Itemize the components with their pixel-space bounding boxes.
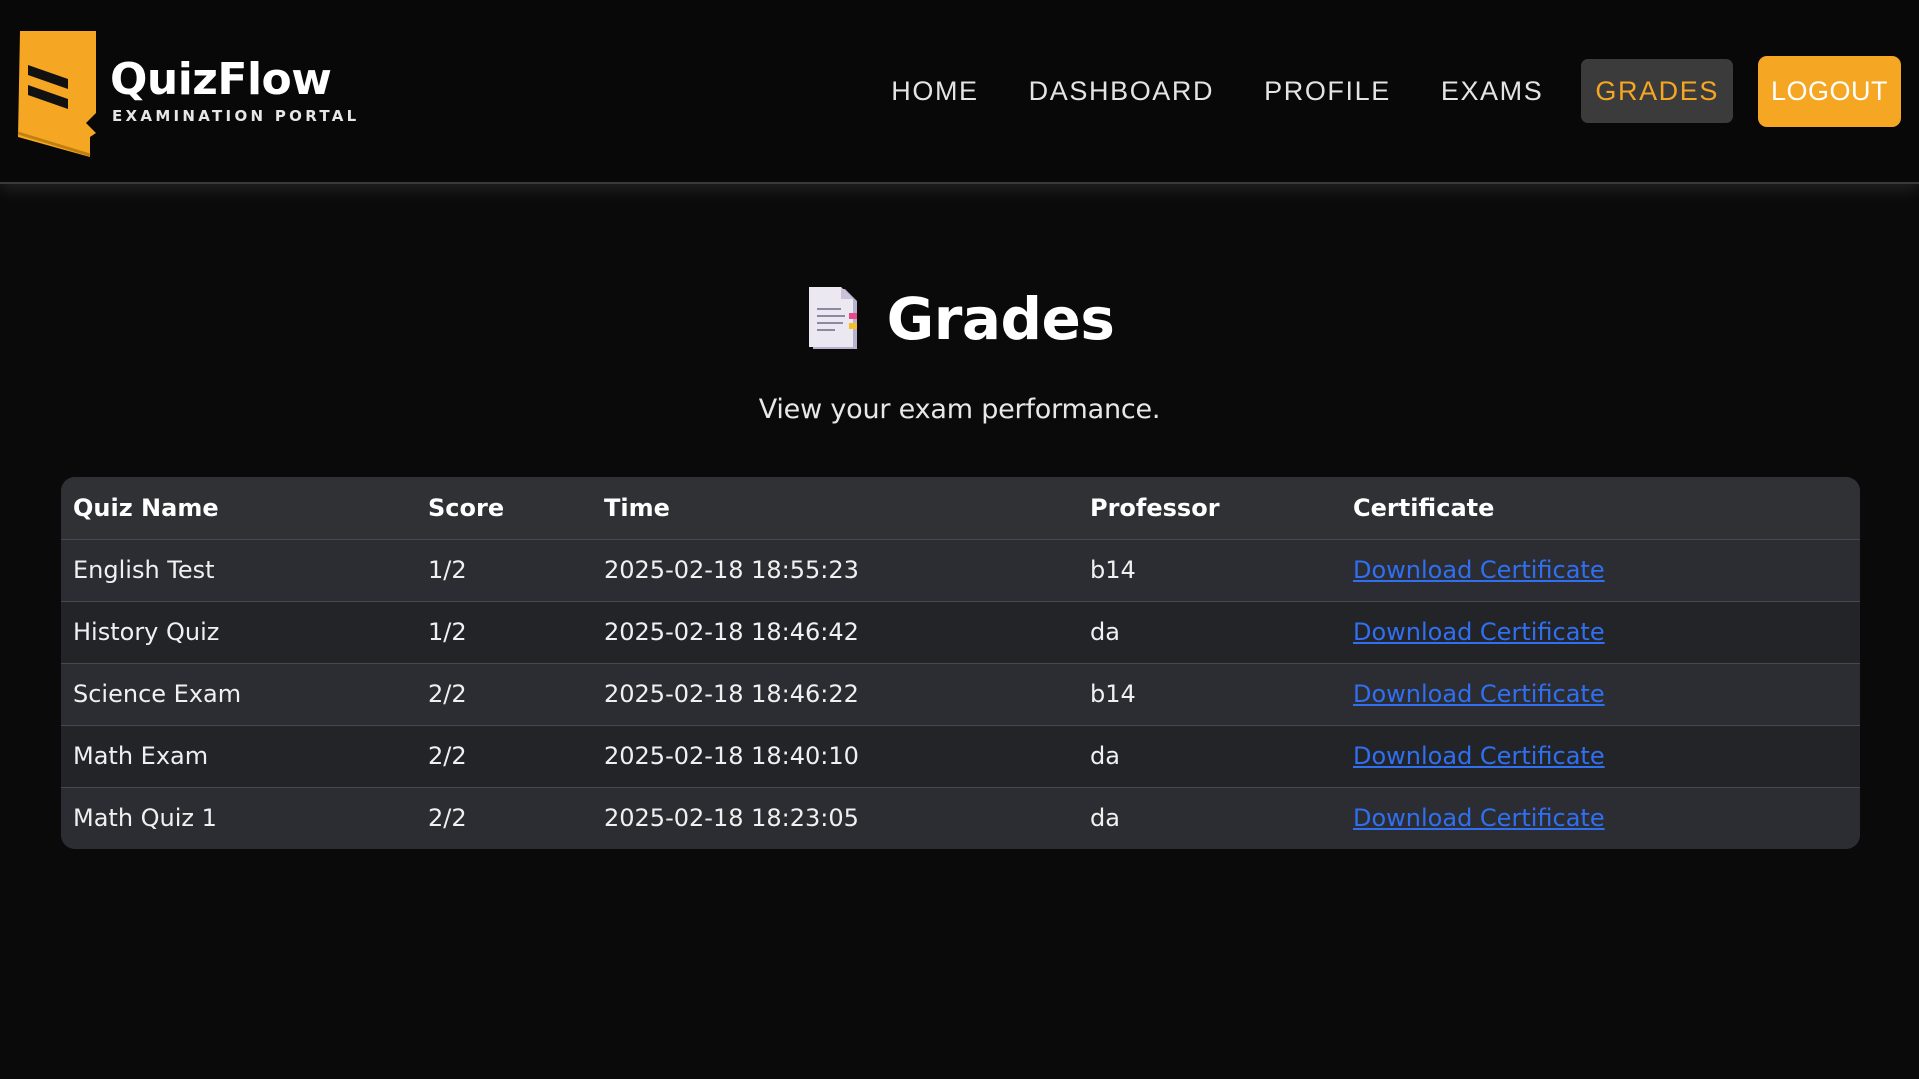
main-nav: HOME DASHBOARD PROFILE EXAMS GRADES LOGO… (866, 55, 1901, 127)
quiz-name-cell: Math Quiz 1 (61, 787, 416, 849)
brand-name: QuizFlow (110, 54, 332, 105)
table-row: Math Quiz 1 2/2 2025-02-18 18:23:05 da D… (61, 787, 1860, 849)
quiz-name-cell: History Quiz (61, 601, 416, 664)
nav-home[interactable]: HOME (866, 59, 1003, 123)
top-navbar: QuizFlow EXAMINATION PORTAL HOME DASHBOA… (0, 0, 1919, 184)
time-cell: 2025-02-18 18:40:10 (592, 725, 1078, 788)
grades-table: Quiz Name Score Time Professor Certifica… (61, 477, 1860, 849)
quiz-name-cell: Math Exam (61, 725, 416, 788)
time-cell: 2025-02-18 18:55:23 (592, 539, 1078, 602)
nav-dashboard[interactable]: DASHBOARD (1004, 59, 1239, 123)
column-header-professor: Professor (1078, 477, 1341, 540)
professor-cell: da (1078, 725, 1341, 788)
column-header-time: Time (592, 477, 1078, 540)
download-certificate-link[interactable]: Download Certificate (1353, 680, 1605, 708)
page-heading: Grades (0, 284, 1919, 354)
certificate-cell: Download Certificate (1341, 601, 1860, 664)
score-cell: 1/2 (416, 539, 592, 602)
table-row: Math Exam 2/2 2025-02-18 18:40:10 da Dow… (61, 725, 1860, 788)
quiz-name-cell: Science Exam (61, 663, 416, 726)
nav-grades[interactable]: GRADES (1581, 59, 1733, 123)
brand-tagline: EXAMINATION PORTAL (112, 107, 360, 125)
page-title: Grades (886, 285, 1115, 353)
download-certificate-link[interactable]: Download Certificate (1353, 618, 1605, 646)
table-row: Science Exam 2/2 2025-02-18 18:46:22 b14… (61, 663, 1860, 726)
table-row: History Quiz 1/2 2025-02-18 18:46:42 da … (61, 601, 1860, 664)
quizflow-logo-icon (17, 31, 96, 157)
download-certificate-link[interactable]: Download Certificate (1353, 556, 1605, 584)
score-cell: 2/2 (416, 787, 592, 849)
certificate-cell: Download Certificate (1341, 725, 1860, 788)
certificate-cell: Download Certificate (1341, 539, 1860, 602)
score-cell: 1/2 (416, 601, 592, 664)
column-header-certificate: Certificate (1341, 477, 1860, 540)
page-subtitle: View your exam performance. (758, 394, 1161, 425)
professor-cell: b14 (1078, 663, 1341, 726)
time-cell: 2025-02-18 18:23:05 (592, 787, 1078, 849)
professor-cell: da (1078, 787, 1341, 849)
column-header-quiz-name: Quiz Name (61, 477, 416, 540)
professor-cell: b14 (1078, 539, 1341, 602)
certificate-cell: Download Certificate (1341, 787, 1860, 849)
time-cell: 2025-02-18 18:46:22 (592, 663, 1078, 726)
certificate-cell: Download Certificate (1341, 663, 1860, 726)
time-cell: 2025-02-18 18:46:42 (592, 601, 1078, 664)
table-row: English Test 1/2 2025-02-18 18:55:23 b14… (61, 539, 1860, 602)
score-cell: 2/2 (416, 725, 592, 788)
quiz-name-cell: English Test (61, 539, 416, 602)
table-header: Quiz Name Score Time Professor Certifica… (61, 477, 1860, 540)
brand-text: QuizFlow EXAMINATION PORTAL (110, 54, 360, 126)
column-header-score: Score (416, 477, 592, 540)
professor-cell: da (1078, 601, 1341, 664)
nav-profile[interactable]: PROFILE (1239, 59, 1416, 123)
logout-button[interactable]: LOGOUT (1758, 55, 1901, 127)
document-icon (808, 287, 857, 349)
quizflow-logo[interactable]: QuizFlow EXAMINATION PORTAL (16, 28, 360, 158)
download-certificate-link[interactable]: Download Certificate (1353, 742, 1605, 770)
score-cell: 2/2 (416, 663, 592, 726)
nav-exams[interactable]: EXAMS (1416, 59, 1569, 123)
download-certificate-link[interactable]: Download Certificate (1353, 804, 1605, 832)
